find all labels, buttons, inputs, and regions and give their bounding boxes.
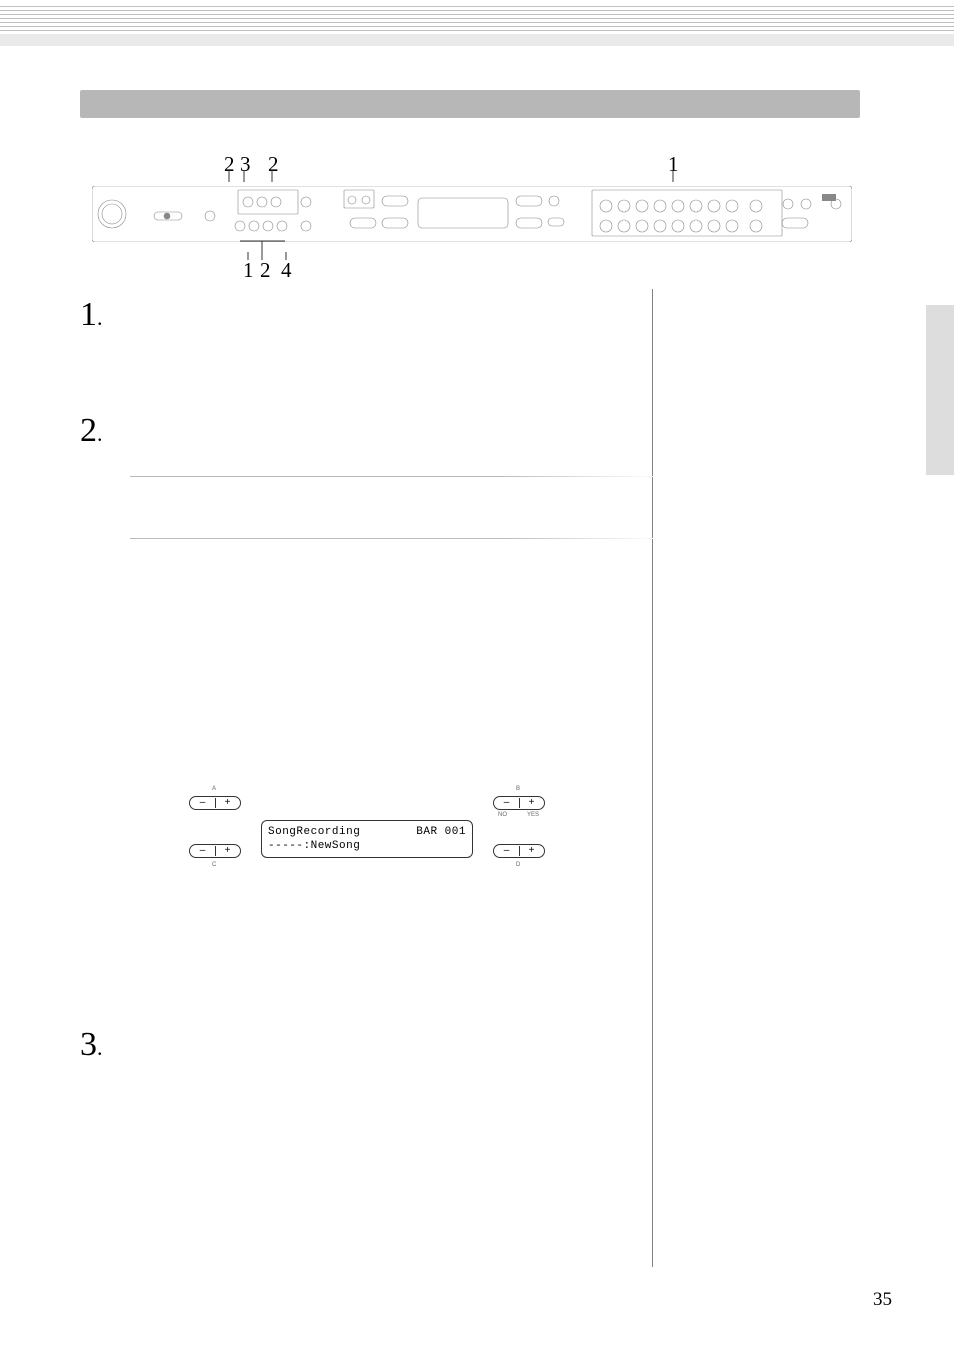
label-YES: YES: [527, 812, 539, 818]
manual-page: 2 3 2 1: [0, 0, 954, 1351]
page-number: 35: [873, 1289, 892, 1311]
callout-b4: 4: [281, 258, 292, 283]
device-panel: [92, 186, 852, 242]
button-d: –+: [493, 844, 545, 858]
lcd-line2: -----:NewSong: [268, 839, 466, 853]
lcd-line1-right: BAR 001: [416, 825, 466, 839]
button-b: –+: [493, 796, 545, 810]
step-2: 2.: [80, 414, 103, 448]
side-tab: [926, 305, 954, 475]
button-a: –+: [189, 796, 241, 810]
label-A: A: [212, 786, 216, 792]
lcd-illustration: A –+ –+ C B –+ NO YES –+ D SongRecording…: [165, 790, 580, 880]
callout-ticks-bottom: [80, 238, 860, 264]
label-B: B: [516, 786, 520, 792]
section-heading-bar: [80, 90, 860, 118]
step-1: 1.: [80, 298, 103, 332]
lcd-screen: SongRecording BAR 001 -----:NewSong: [261, 820, 473, 858]
step-3: 3.: [80, 1028, 103, 1062]
rule-2: [130, 538, 660, 539]
lcd-line1-left: SongRecording: [268, 825, 360, 839]
button-c: –+: [189, 844, 241, 858]
label-C: C: [212, 862, 216, 868]
column-divider: [652, 289, 653, 1267]
label-NO: NO: [498, 812, 507, 818]
label-D: D: [516, 862, 520, 868]
rule-1: [130, 476, 660, 477]
callout-b1: 1: [243, 258, 254, 283]
top-stripes: [0, 0, 954, 50]
callout-b2: 2: [260, 258, 271, 283]
